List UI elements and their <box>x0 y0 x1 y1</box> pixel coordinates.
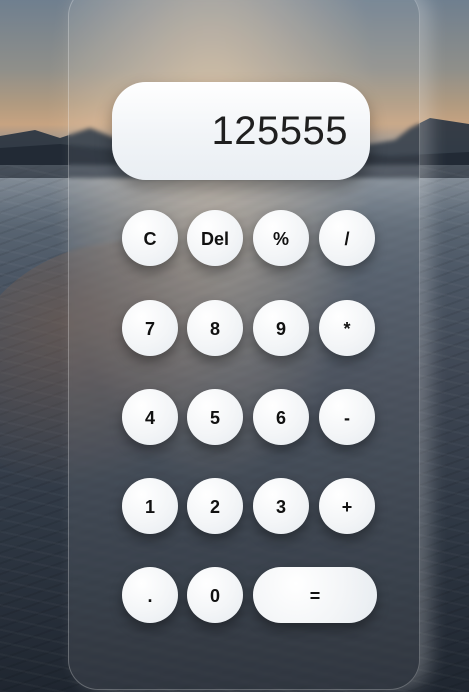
display-value: 125555 <box>211 108 348 153</box>
decimal-button-label: . <box>147 586 153 606</box>
two-button-label: 2 <box>209 497 220 517</box>
plus-button-label: + <box>341 497 353 517</box>
seven-button[interactable]: 7 <box>122 300 178 356</box>
six-button-label: 6 <box>275 408 286 428</box>
clear-button[interactable]: C <box>122 210 178 266</box>
calculator-display: 125555 <box>112 82 370 180</box>
divide-button[interactable]: / <box>319 210 375 266</box>
zero-button-label: 0 <box>209 586 220 606</box>
percent-button-label: % <box>272 229 289 249</box>
eight-button-label: 8 <box>209 319 220 339</box>
five-button-label: 5 <box>209 408 220 428</box>
two-button[interactable]: 2 <box>187 478 243 534</box>
clear-button-label: C <box>143 229 157 249</box>
eight-button[interactable]: 8 <box>187 300 243 356</box>
divide-button-label: / <box>344 229 350 249</box>
delete-button[interactable]: Del <box>187 210 243 266</box>
four-button[interactable]: 4 <box>122 389 178 445</box>
plus-button[interactable]: + <box>319 478 375 534</box>
minus-button-label: - <box>344 408 350 428</box>
nine-button-label: 9 <box>275 319 286 339</box>
delete-button-label: Del <box>200 229 229 249</box>
zero-button[interactable]: 0 <box>187 567 243 623</box>
equals-button[interactable]: = <box>253 567 377 623</box>
one-button[interactable]: 1 <box>122 478 178 534</box>
three-button[interactable]: 3 <box>253 478 309 534</box>
three-button-label: 3 <box>275 497 286 517</box>
five-button[interactable]: 5 <box>187 389 243 445</box>
minus-button[interactable]: - <box>319 389 375 445</box>
four-button-label: 4 <box>144 408 155 428</box>
percent-button[interactable]: % <box>253 210 309 266</box>
seven-button-label: 7 <box>144 319 155 339</box>
multiply-button[interactable]: * <box>319 300 375 356</box>
multiply-button-label: * <box>343 319 351 339</box>
decimal-button[interactable]: . <box>122 567 178 623</box>
equals-button-label: = <box>309 586 321 606</box>
one-button-label: 1 <box>144 497 155 517</box>
six-button[interactable]: 6 <box>253 389 309 445</box>
nine-button[interactable]: 9 <box>253 300 309 356</box>
calculator-background: 125555 C Del % / 7 8 9 * 4 5 6 - 1 2 3 +… <box>0 0 469 692</box>
